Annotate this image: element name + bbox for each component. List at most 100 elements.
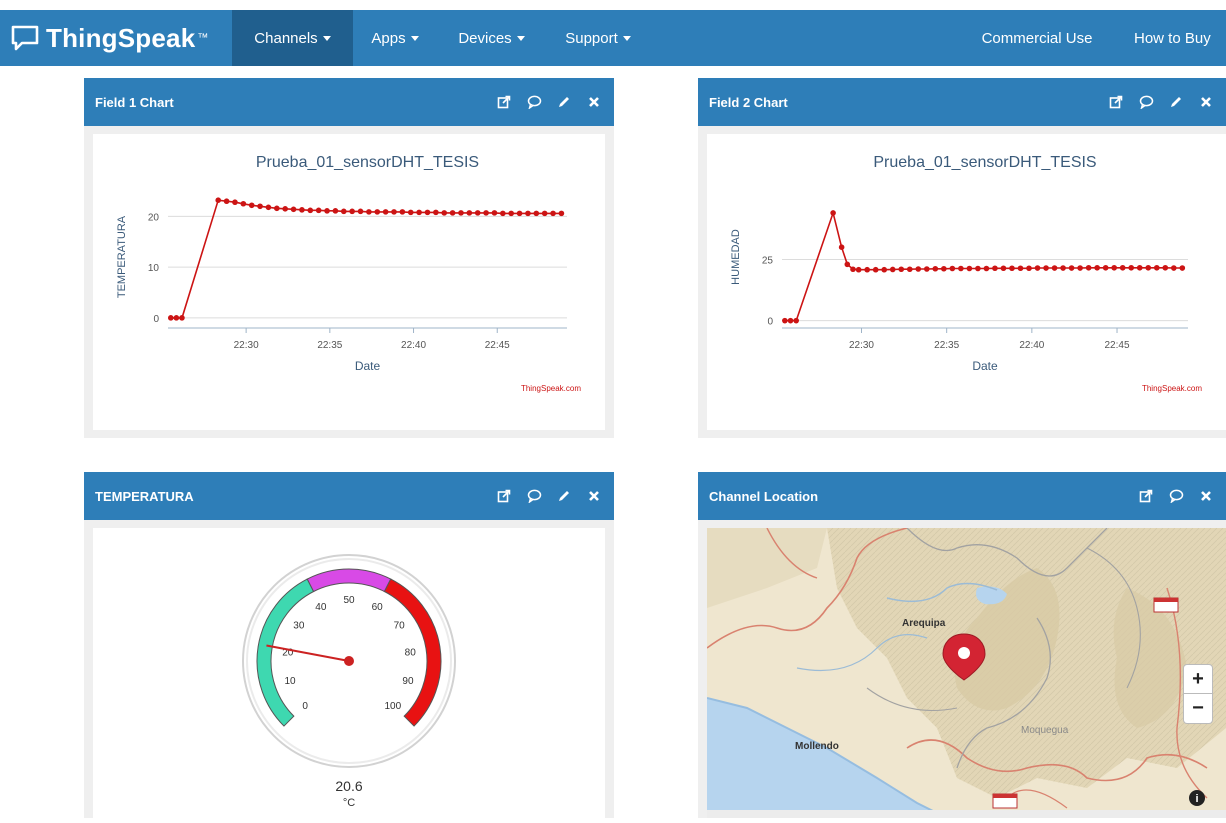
data-point[interactable] — [1068, 265, 1075, 271]
data-point[interactable] — [966, 265, 973, 272]
data-point[interactable] — [1085, 264, 1092, 271]
close-icon[interactable] — [1198, 94, 1214, 110]
data-point[interactable] — [391, 209, 397, 215]
data-point[interactable] — [290, 206, 297, 213]
data-point[interactable] — [474, 210, 481, 216]
pencil-icon[interactable] — [556, 488, 572, 504]
data-point[interactable] — [949, 265, 956, 272]
data-point[interactable] — [441, 210, 448, 216]
data-point[interactable] — [282, 206, 288, 212]
data-point[interactable] — [516, 210, 523, 217]
data-point[interactable] — [1179, 265, 1186, 271]
data-point[interactable] — [898, 266, 905, 273]
data-point[interactable] — [1111, 264, 1117, 271]
thingspeak-logo[interactable]: ThingSpeak ™ — [10, 10, 232, 66]
pencil-icon[interactable] — [1168, 94, 1184, 110]
data-point[interactable] — [332, 208, 339, 214]
map-scrollbar[interactable] — [707, 810, 1226, 818]
data-point[interactable] — [1145, 264, 1152, 271]
data-point[interactable] — [357, 208, 364, 215]
data-point[interactable] — [983, 265, 990, 272]
info-icon[interactable]: i — [1189, 790, 1205, 806]
data-point[interactable] — [1060, 265, 1066, 271]
data-point[interactable] — [793, 317, 799, 324]
nav-commercial-use[interactable]: Commercial Use — [975, 10, 1099, 66]
data-point[interactable] — [782, 317, 788, 324]
map-container[interactable]: Arequipa Mollendo Moquegua i + − — [707, 528, 1226, 818]
data-point[interactable] — [850, 266, 856, 273]
data-point[interactable] — [449, 210, 456, 216]
data-point[interactable] — [1000, 265, 1007, 272]
data-point[interactable] — [223, 198, 230, 205]
external-link-icon[interactable] — [1108, 94, 1124, 110]
data-point[interactable] — [433, 209, 439, 216]
data-point[interactable] — [424, 209, 431, 216]
data-point[interactable] — [1153, 264, 1160, 271]
external-link-icon[interactable] — [496, 488, 512, 504]
data-point[interactable] — [240, 200, 247, 207]
comment-icon[interactable] — [1168, 488, 1184, 504]
data-point[interactable] — [315, 207, 322, 214]
data-point[interactable] — [525, 210, 531, 217]
close-icon[interactable] — [586, 94, 602, 110]
close-icon[interactable] — [586, 488, 602, 504]
nav-support[interactable]: Support — [552, 10, 644, 66]
data-point[interactable] — [466, 210, 473, 216]
data-point[interactable] — [872, 266, 879, 273]
close-icon[interactable] — [1198, 488, 1214, 504]
data-point[interactable] — [932, 265, 939, 272]
comment-icon[interactable] — [526, 94, 542, 110]
data-point[interactable] — [855, 266, 862, 273]
terrain-map[interactable]: Arequipa Mollendo Moquegua i — [707, 528, 1226, 818]
data-point[interactable] — [915, 266, 922, 272]
zoom-in-button[interactable]: + — [1183, 664, 1213, 694]
data-point[interactable] — [941, 265, 947, 272]
data-point[interactable] — [416, 209, 422, 216]
data-point[interactable] — [491, 210, 498, 216]
data-point[interactable] — [265, 204, 272, 211]
external-link-icon[interactable] — [496, 94, 512, 110]
data-point[interactable] — [838, 244, 845, 251]
data-point[interactable] — [349, 208, 355, 215]
data-point[interactable] — [906, 266, 913, 273]
comment-icon[interactable] — [526, 488, 542, 504]
data-point[interactable] — [1017, 265, 1024, 272]
nav-apps[interactable]: Apps — [358, 10, 432, 66]
data-point[interactable] — [1171, 265, 1177, 271]
data-point[interactable] — [173, 315, 180, 321]
comment-icon[interactable] — [1138, 94, 1154, 110]
data-point[interactable] — [324, 208, 330, 214]
data-point[interactable] — [889, 266, 896, 273]
data-point[interactable] — [864, 266, 870, 273]
data-point[interactable] — [844, 261, 851, 268]
data-point[interactable] — [992, 265, 998, 272]
zoom-out-button[interactable]: − — [1183, 694, 1213, 724]
data-point[interactable] — [1043, 265, 1049, 271]
data-point[interactable] — [274, 205, 280, 212]
data-point[interactable] — [1119, 264, 1126, 271]
data-point[interactable] — [307, 207, 314, 214]
data-point[interactable] — [1128, 264, 1135, 271]
nav-channels[interactable]: Channels — [232, 10, 353, 66]
data-point[interactable] — [483, 210, 489, 216]
data-point[interactable] — [374, 209, 381, 215]
data-point[interactable] — [533, 210, 540, 217]
data-point[interactable] — [1136, 264, 1143, 271]
data-point[interactable] — [1094, 264, 1100, 271]
data-point[interactable] — [541, 210, 548, 217]
data-point[interactable] — [550, 210, 556, 217]
data-point[interactable] — [299, 207, 305, 213]
data-point[interactable] — [407, 209, 414, 216]
pencil-icon[interactable] — [556, 94, 572, 110]
data-point[interactable] — [958, 265, 964, 272]
data-point[interactable] — [215, 197, 222, 203]
nav-devices[interactable]: Devices — [444, 10, 539, 66]
data-point[interactable] — [923, 266, 930, 272]
data-point[interactable] — [399, 209, 406, 215]
data-point[interactable] — [1009, 265, 1015, 272]
data-point[interactable] — [787, 317, 794, 324]
data-point[interactable] — [366, 209, 372, 215]
data-point[interactable] — [179, 315, 185, 321]
data-point[interactable] — [1034, 265, 1041, 271]
data-point[interactable] — [975, 265, 981, 272]
